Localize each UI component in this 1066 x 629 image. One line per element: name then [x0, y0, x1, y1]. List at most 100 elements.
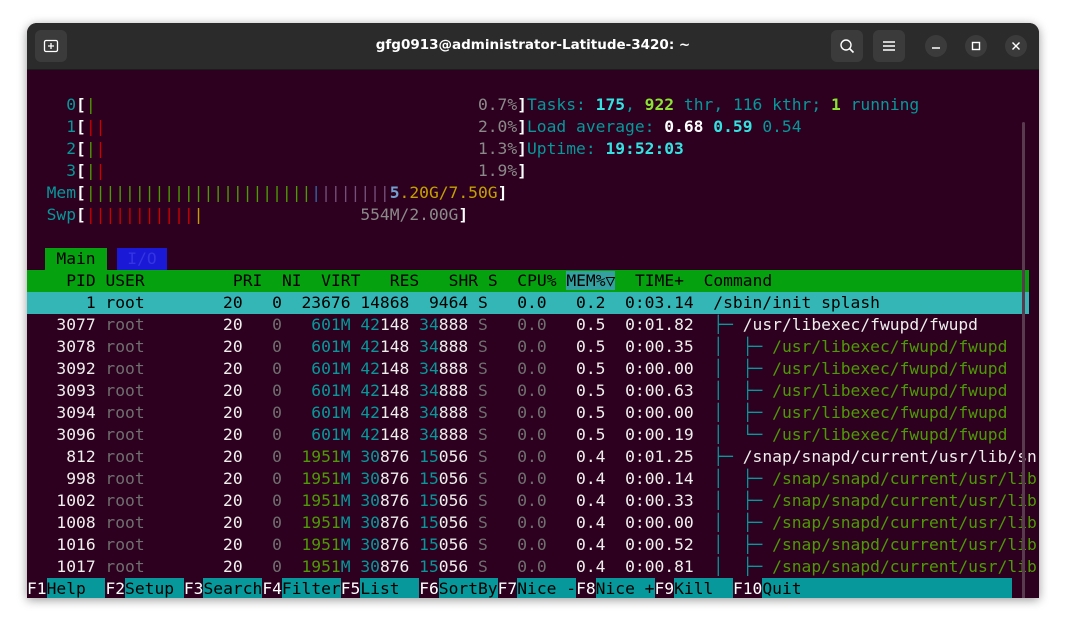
- virt-cell: 601: [291, 403, 341, 422]
- ni-cell: 0: [252, 425, 292, 444]
- fkey-label-f6[interactable]: SortBy: [438, 578, 498, 598]
- shr-cell: 9464: [419, 293, 469, 312]
- pri-cell: 20: [203, 293, 253, 312]
- virt-cell: 1951: [291, 535, 341, 554]
- table-row[interactable]: 1016 root 20 0 1951M 30876 15056 S 0.0 0…: [27, 534, 1036, 556]
- user-cell: root: [105, 557, 204, 576]
- col-res[interactable]: RES: [390, 271, 419, 290]
- pid-cell: 1002: [27, 491, 106, 510]
- fkey-f4[interactable]: F4: [262, 579, 282, 598]
- tree-branch: ├─: [713, 447, 743, 466]
- user-cell: root: [105, 381, 204, 400]
- table-row-selected[interactable]: 1 root 20 0 23676 14868 9464 S 0.0 0.2 0…: [27, 292, 1029, 314]
- time-cell: 0:00.52: [615, 535, 714, 554]
- fkey-f6[interactable]: F6: [419, 579, 439, 598]
- table-row[interactable]: 3093 root 20 0 601M 42148 34888 S 0.0 0.…: [27, 380, 1029, 402]
- table-row[interactable]: 998 root 20 0 1951M 30876 15056 S 0.0 0.…: [27, 468, 1037, 490]
- ni-cell: 0: [252, 557, 292, 576]
- fkey-f3[interactable]: F3: [184, 579, 204, 598]
- menu-button[interactable]: [873, 30, 905, 62]
- fkey-f8[interactable]: F8: [576, 579, 596, 598]
- tasks-summary: Tasks: 175, 922 thr, 116 kthr; 1 running: [527, 95, 920, 114]
- col-command[interactable]: Command: [704, 271, 773, 290]
- tab-main[interactable]: Main: [45, 248, 107, 270]
- fkey-f10[interactable]: F10: [733, 579, 762, 598]
- shr-cell: 15: [419, 535, 439, 554]
- ni-cell: 0: [252, 513, 292, 532]
- fkey-label-f2[interactable]: Setup: [125, 578, 184, 598]
- fkey-f1[interactable]: F1: [27, 579, 47, 598]
- user-cell: root: [105, 491, 204, 510]
- maximize-button[interactable]: [965, 35, 987, 57]
- fkey-label-f7[interactable]: Nice -: [517, 578, 577, 598]
- fkey-label-f9[interactable]: Kill: [674, 578, 733, 598]
- pid-cell: 812: [27, 447, 106, 466]
- col-cpu[interactable]: CPU%: [517, 271, 556, 290]
- user-cell: root: [105, 337, 204, 356]
- table-row[interactable]: 3092 root 20 0 601M 42148 34888 S 0.0 0.…: [27, 358, 1029, 380]
- table-row[interactable]: 3078 root 20 0 601M 42148 34888 S 0.0 0.…: [27, 336, 1029, 358]
- col-ni[interactable]: NI: [282, 271, 302, 290]
- col-time[interactable]: TIME+: [635, 271, 684, 290]
- ni-cell: 0: [252, 315, 292, 334]
- table-row[interactable]: 1002 root 20 0 1951M 30876 15056 S 0.0 0…: [27, 490, 1036, 512]
- fkey-f5[interactable]: F5: [341, 579, 361, 598]
- fkey-f9[interactable]: F9: [655, 579, 675, 598]
- close-icon: [1012, 42, 1020, 50]
- col-shr[interactable]: SHR: [449, 271, 478, 290]
- ni-cell: 0: [252, 403, 292, 422]
- minimize-button[interactable]: [925, 35, 947, 57]
- col-virt[interactable]: VIRT: [321, 271, 360, 290]
- virt-cell: 1951: [291, 557, 341, 576]
- ni-cell: 0: [252, 293, 292, 312]
- table-row[interactable]: 3077 root 20 0 601M 42148 34888 S 0.0 0.…: [27, 314, 1029, 336]
- table-row[interactable]: 3094 root 20 0 601M 42148 34888 S 0.0 0.…: [27, 402, 1029, 424]
- user-cell: root: [105, 359, 204, 378]
- cpu-cell: 0.0: [497, 293, 557, 312]
- fkey-f7[interactable]: F7: [498, 579, 518, 598]
- cpu-cell: 0.0: [497, 447, 557, 466]
- cpu-cell: 0.0: [497, 403, 557, 422]
- res-cell: 14868: [360, 293, 410, 312]
- virt-cell: 1951: [291, 447, 341, 466]
- command-cell: /usr/libexec/fwupd/fwupd: [772, 425, 1008, 444]
- col-s[interactable]: S: [488, 271, 498, 290]
- command-cell: /snap/snapd/current/usr/lib: [772, 491, 1037, 510]
- cpu-cell: 0.0: [497, 535, 557, 554]
- fkey-label-f8[interactable]: Nice +: [595, 578, 655, 598]
- tab-io[interactable]: I/O: [117, 248, 167, 270]
- state-cell: S: [468, 491, 498, 510]
- mem-cell: 0.4: [556, 447, 616, 466]
- command-cell: /sbin/init splash: [713, 293, 880, 312]
- col-pid[interactable]: PID: [66, 271, 95, 290]
- mem-cell: 0.4: [556, 535, 616, 554]
- tree-branch: │ ├─: [713, 469, 773, 488]
- close-button[interactable]: [1005, 35, 1027, 57]
- pri-cell: 20: [203, 491, 253, 510]
- col-mem[interactable]: MEM%▽: [566, 271, 616, 290]
- htop-terminal[interactable]: 0[| 0.7%] 1[|| 2.0%] 2[|| 1.3%] 3[|| 1.9…: [27, 70, 1037, 598]
- state-cell: S: [468, 557, 498, 576]
- fkey-label-f10[interactable]: Quit: [762, 578, 1013, 598]
- hamburger-menu-icon: [883, 41, 895, 51]
- table-row[interactable]: 1008 root 20 0 1951M 30876 15056 S 0.0 0…: [27, 512, 1036, 534]
- col-pri[interactable]: PRI: [233, 271, 262, 290]
- table-row[interactable]: 812 root 20 0 1951M 30876 15056 S 0.0 0.…: [27, 446, 1037, 468]
- virt-cell: 601: [291, 381, 341, 400]
- scrollbar[interactable]: [1022, 122, 1025, 598]
- table-row[interactable]: 3096 root 20 0 601M 42148 34888 S 0.0 0.…: [27, 424, 1029, 446]
- time-cell: 0:00.00: [615, 359, 714, 378]
- pri-cell: 20: [203, 425, 253, 444]
- fkey-label-f1[interactable]: Help: [46, 578, 106, 598]
- ni-cell: 0: [252, 447, 292, 466]
- fkey-label-f3[interactable]: Search: [203, 578, 263, 598]
- tree-branch: │ ├─: [713, 337, 773, 356]
- table-row[interactable]: 1017 root 20 0 1951M 30876 15056 S 0.0 0…: [27, 556, 1036, 578]
- fkey-f2[interactable]: F2: [105, 579, 125, 598]
- cpu-cell: 0.0: [497, 557, 557, 576]
- pri-cell: 20: [203, 469, 253, 488]
- search-button[interactable]: [831, 30, 863, 62]
- fkey-label-f5[interactable]: List: [360, 578, 420, 598]
- col-user[interactable]: USER: [105, 271, 144, 290]
- fkey-label-f4[interactable]: Filter: [281, 578, 341, 598]
